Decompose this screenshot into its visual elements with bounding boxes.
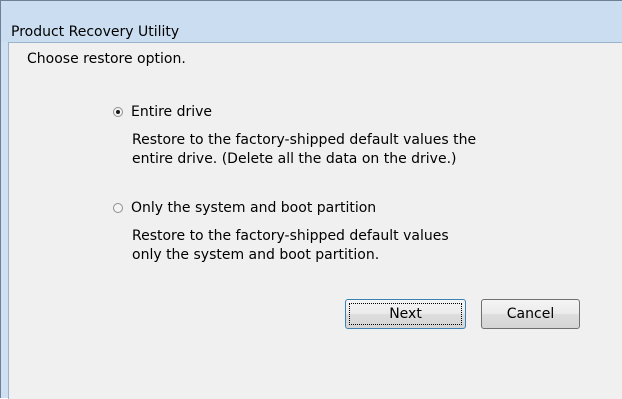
next-button[interactable]: Next	[345, 299, 466, 329]
title-bar[interactable]: Product Recovery Utility	[1, 1, 622, 42]
description-line: only the system and boot partition.	[132, 247, 380, 263]
radio-entire-drive[interactable]	[113, 107, 123, 117]
focus-ring	[349, 303, 462, 325]
option-system-boot-partition[interactable]: Only the system and boot partition	[113, 200, 376, 216]
option-system-boot-partition-description: Restore to the factory-shipped default v…	[132, 227, 449, 265]
window-title: Product Recovery Utility	[11, 24, 180, 40]
description-line: Restore to the factory-shipped default v…	[132, 228, 449, 244]
radio-system-boot-partition[interactable]	[113, 203, 123, 213]
cancel-button[interactable]: Cancel	[481, 299, 580, 329]
dialog-client-area	[8, 42, 622, 399]
option-entire-drive-description: Restore to the factory-shipped default v…	[132, 131, 476, 169]
description-line: Restore to the factory-shipped default v…	[132, 132, 477, 148]
dialog-window: Product Recovery Utility Choose restore …	[0, 0, 622, 399]
option-entire-drive-label[interactable]: Entire drive	[131, 104, 212, 120]
option-system-boot-partition-label[interactable]: Only the system and boot partition	[131, 200, 376, 216]
option-entire-drive[interactable]: Entire drive	[113, 104, 212, 120]
restore-prompt: Choose restore option.	[27, 51, 186, 67]
cancel-button-label: Cancel	[506, 306, 555, 322]
description-line: entire drive. (Delete all the data on th…	[132, 151, 457, 167]
